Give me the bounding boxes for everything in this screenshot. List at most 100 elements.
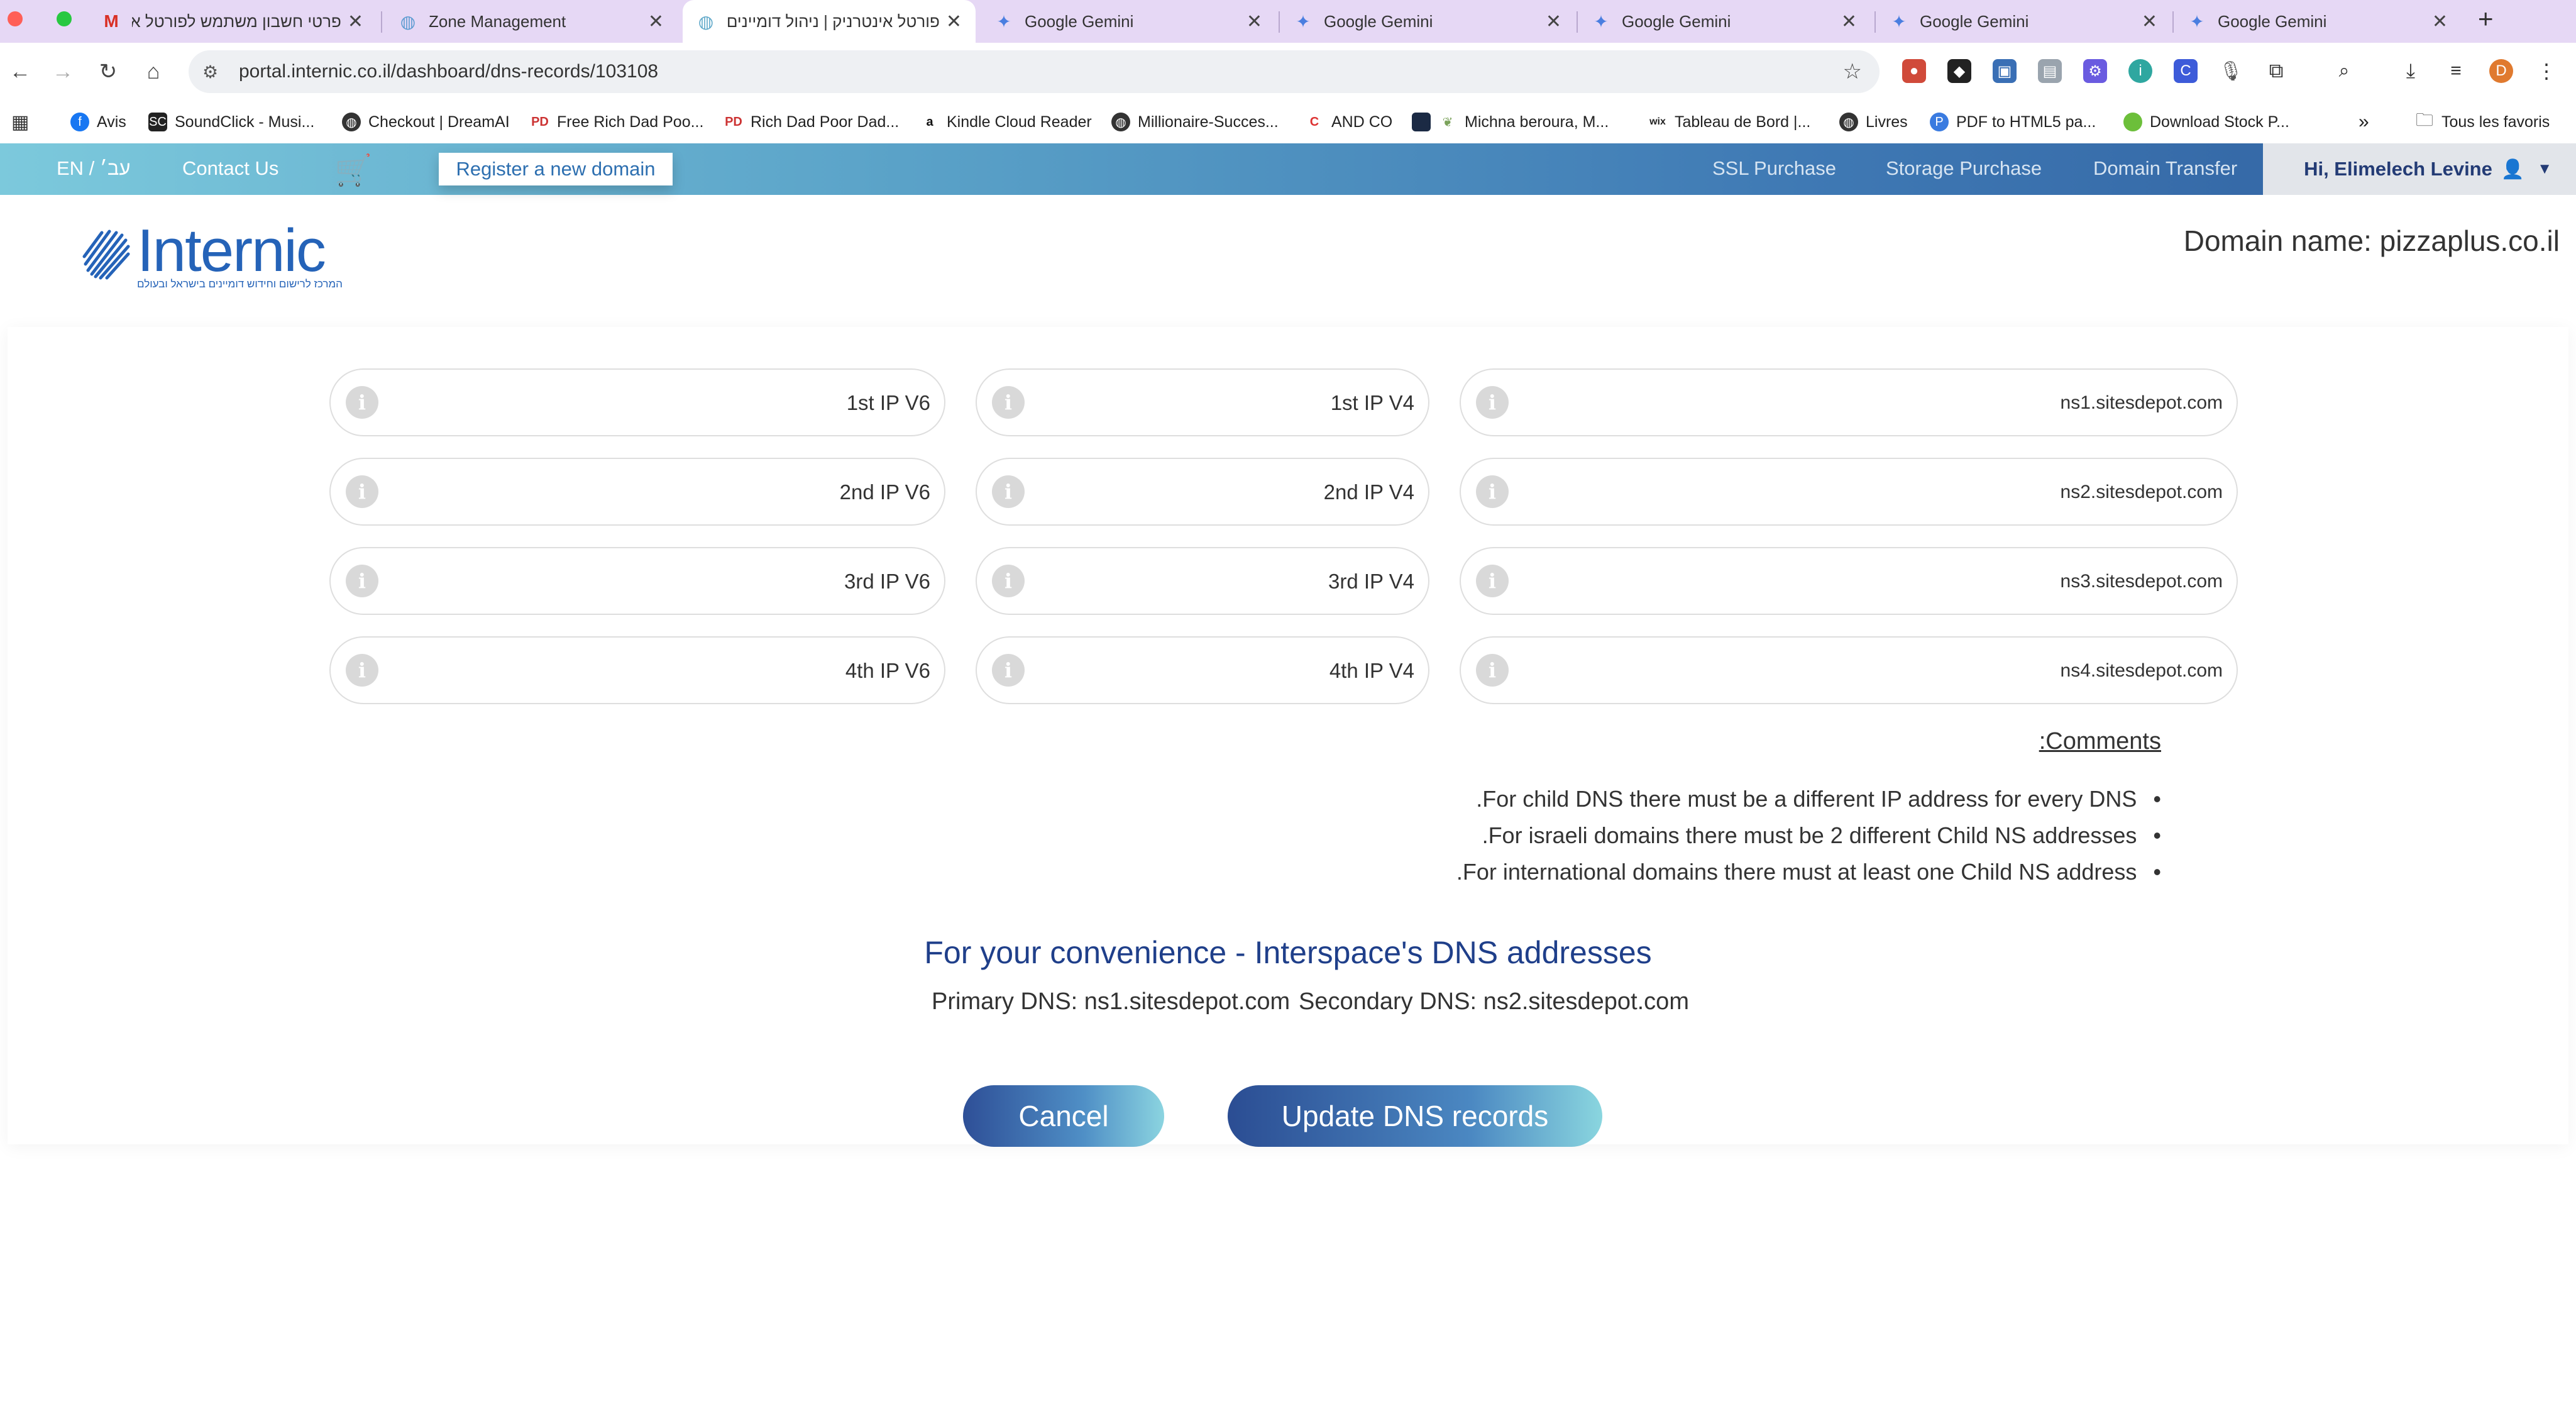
info-icon[interactable]: i	[346, 654, 378, 687]
ipv4-field-3[interactable]: i 3rd IP V4	[976, 547, 1429, 615]
ipv4-field-4[interactable]: i 4th IP V4	[976, 636, 1429, 704]
forward-arrow-icon[interactable]: →	[48, 57, 78, 87]
reading-list-icon[interactable]: ≡	[2444, 59, 2468, 83]
download-icon[interactable]: ⤓	[2399, 59, 2423, 83]
cart-icon[interactable]: 🛒	[334, 152, 372, 188]
nameserver-field-3[interactable]: i ns3.sitesdepot.com	[1460, 547, 2238, 615]
all-bookmarks-folder[interactable]: 🗀 Tous les favoris	[2415, 110, 2550, 133]
tab-gemini-1[interactable]: ✦ Google Gemini ✕	[981, 0, 1276, 43]
bookmark-label: Download Stock P...	[2150, 113, 2289, 131]
info-icon[interactable]: i	[346, 475, 378, 508]
register-domain-button[interactable]: Register a new domain	[439, 153, 673, 185]
microphone-icon[interactable]: 🎙	[2219, 59, 2243, 83]
nameserver-field-4[interactable]: i ns4.sitesdepot.com	[1460, 636, 2238, 704]
tab-user-account[interactable]: M פרטי חשבון משתמש לפורטל אי ✕	[88, 0, 377, 43]
new-tab-button[interactable]: +	[2478, 4, 2494, 34]
cast-search-icon[interactable]: ⌕	[2332, 59, 2356, 83]
bookmark-and-co[interactable]: C AND CO	[1305, 111, 1392, 133]
back-arrow-icon[interactable]: ←	[5, 57, 35, 87]
close-icon[interactable]: ✕	[2432, 11, 2448, 33]
info-icon[interactable]: i	[1476, 475, 1509, 508]
close-icon[interactable]: ✕	[2142, 11, 2157, 33]
info-icon[interactable]: i	[992, 386, 1025, 419]
cancel-button[interactable]: Cancel	[963, 1085, 1164, 1147]
reload-icon[interactable]: ↻	[93, 57, 123, 87]
storage-purchase-link[interactable]: Storage Purchase	[1886, 157, 2042, 180]
close-icon[interactable]: ✕	[946, 11, 962, 33]
bookmark-download-stock[interactable]: Download Stock P...	[2123, 111, 2289, 133]
extension-dark-icon[interactable]: ◆	[1947, 59, 1971, 83]
comments-title: :Comments	[2039, 728, 2161, 754]
bookmark-avis[interactable]: f Avis	[70, 111, 126, 133]
tab-internic-portal[interactable]: ◍ פורטל אינטרניק | ניהול דומיינים ✕	[683, 0, 976, 43]
ipv6-field-3[interactable]: i 3rd IP V6	[329, 547, 945, 615]
ssl-purchase-link[interactable]: SSL Purchase	[1712, 157, 1836, 180]
info-icon[interactable]: i	[1476, 654, 1509, 687]
bookmark-tableau[interactable]: wix Tableau de Bord |...	[1648, 111, 1810, 133]
info-icon[interactable]: i	[992, 654, 1025, 687]
user-menu[interactable]: Hi, Elimelech Levine 👤 ▼	[2263, 143, 2576, 195]
close-icon[interactable]: ✕	[1546, 11, 1561, 33]
extension-c-icon[interactable]: C	[2174, 59, 2198, 83]
apps-grid-icon[interactable]: ▦	[11, 111, 29, 133]
puzzle-extensions-icon[interactable]: ⧉	[2264, 59, 2288, 83]
internic-logo[interactable]: Internic המרכז לרישום וחידוש דומיינים בי…	[82, 217, 346, 297]
extension-docs-icon[interactable]: ▣	[1993, 59, 2017, 83]
close-icon[interactable]: ✕	[1247, 11, 1262, 33]
bookmark-rich-dad-2[interactable]: PD Rich Dad Poor Dad...	[724, 111, 899, 133]
tab-gemini-4[interactable]: ✦ Google Gemini ✕	[1876, 0, 2171, 43]
field-placeholder: 3rd IP V4	[1328, 570, 1414, 593]
close-icon[interactable]: ✕	[1841, 11, 1857, 33]
bookmark-dreamai[interactable]: ◍ Checkout | DreamAI	[342, 111, 510, 133]
url-bar[interactable]: ⚙ portal.internic.co.il/dashboard/dns-re…	[189, 50, 1880, 93]
tab-zone-management[interactable]: ◍ Zone Management ✕	[385, 0, 678, 43]
bookmark-millionaire[interactable]: ◍ Millionaire-Succes...	[1111, 111, 1279, 133]
update-dns-button[interactable]: Update DNS records	[1228, 1085, 1602, 1147]
tab-gemini-3[interactable]: ✦ Google Gemini ✕	[1578, 0, 1871, 43]
bookmark-star-icon[interactable]: ☆	[1843, 59, 1862, 84]
contact-us-link[interactable]: Contact Us	[182, 157, 278, 180]
extension-image-icon[interactable]: ▤	[2038, 59, 2062, 83]
ipv6-field-2[interactable]: i 2nd IP V6	[329, 458, 945, 526]
info-icon[interactable]: i	[346, 386, 378, 419]
home-icon[interactable]: ⌂	[138, 57, 168, 87]
language-switch[interactable]: EN / עב׳	[57, 157, 130, 180]
browser-menu-icon[interactable]: ⋮	[2535, 59, 2558, 83]
domain-transfer-link[interactable]: Domain Transfer	[2093, 157, 2237, 180]
info-icon[interactable]: i	[992, 565, 1025, 597]
bookmark-livres[interactable]: ◍ Livres	[1839, 111, 1908, 133]
info-icon[interactable]: i	[1476, 386, 1509, 419]
close-icon[interactable]: ✕	[648, 11, 664, 33]
tab-title: פרטי חשבון משתמש לפורטל אי	[132, 11, 341, 31]
tab-gemini-2[interactable]: ✦ Google Gemini ✕	[1280, 0, 1575, 43]
zoom-window-button[interactable]	[57, 11, 72, 26]
bookmark-kindle[interactable]: a Kindle Cloud Reader	[920, 111, 1091, 133]
profile-avatar[interactable]: D	[2489, 59, 2513, 83]
bullet-icon: •	[2153, 786, 2161, 812]
extension-gear-icon[interactable]: ⚙	[2083, 59, 2107, 83]
convenience-title: For your convenience - Interspace's DNS …	[924, 935, 1652, 970]
bookmark-michna[interactable]: ❦ Michna beroura, M...	[1412, 111, 1609, 133]
bookmark-pdf-to-html5[interactable]: P PDF to HTML5 pa...	[1930, 111, 2096, 133]
extension-record-icon[interactable]: ●	[1902, 59, 1926, 83]
ipv4-field-1[interactable]: i 1st IP V4	[976, 368, 1429, 436]
info-icon[interactable]: i	[1476, 565, 1509, 597]
ipv4-field-2[interactable]: i 2nd IP V4	[976, 458, 1429, 526]
info-icon[interactable]: i	[346, 565, 378, 597]
nameserver-field-1[interactable]: i ns1.sitesdepot.com	[1460, 368, 2238, 436]
ipv6-field-4[interactable]: i 4th IP V6	[329, 636, 945, 704]
info-icon[interactable]: i	[992, 475, 1025, 508]
bookmark-rich-dad-1[interactable]: PD Free Rich Dad Poo...	[531, 111, 703, 133]
close-window-button[interactable]	[8, 11, 23, 26]
close-icon[interactable]: ✕	[348, 11, 363, 33]
site-settings-icon[interactable]: ⚙	[202, 62, 228, 82]
globe-icon: ◍	[1839, 113, 1858, 131]
url-text[interactable]: portal.internic.co.il/dashboard/dns-reco…	[239, 61, 658, 82]
tab-gemini-5[interactable]: ✦ Google Gemini ✕	[2174, 0, 2462, 43]
ipv6-field-1[interactable]: i 1st IP V6	[329, 368, 945, 436]
bookmark-soundclick[interactable]: SC SoundClick - Musi...	[148, 111, 314, 133]
bookmark-label: PDF to HTML5 pa...	[1956, 113, 2096, 131]
extension-info-icon[interactable]: i	[2128, 59, 2152, 83]
nameserver-field-2[interactable]: i ns2.sitesdepot.com	[1460, 458, 2238, 526]
bookmarks-overflow-button[interactable]: »	[2359, 111, 2369, 133]
